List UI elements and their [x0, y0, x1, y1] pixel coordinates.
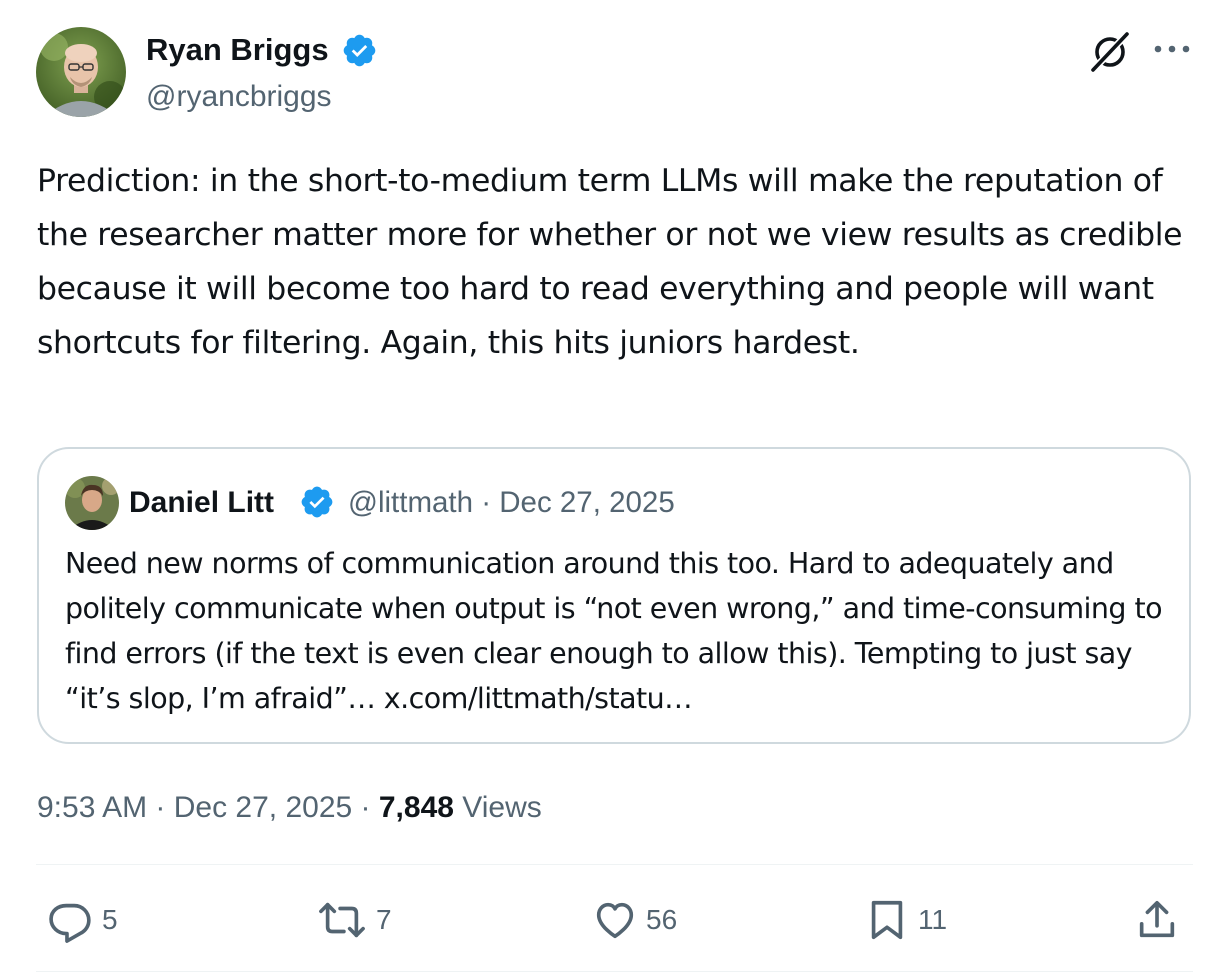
- verified-badge-icon[interactable]: [341, 32, 378, 69]
- share-button[interactable]: [1134, 896, 1180, 944]
- repost-count: 7: [376, 904, 392, 935]
- author-handle[interactable]: @ryancbriggs: [146, 77, 332, 117]
- tweet-meta: 9:53 AM · Dec 27, 2025 · 7,848 Views: [37, 788, 542, 828]
- bookmark-button[interactable]: 11: [864, 896, 947, 944]
- views-count: 7,848: [378, 791, 454, 824]
- reply-button[interactable]: 5: [48, 896, 118, 944]
- like-icon: [596, 902, 634, 939]
- bookmark-count: 11: [918, 904, 948, 935]
- author-avatar[interactable]: [36, 27, 126, 117]
- author-display-name[interactable]: Ryan Briggs: [146, 30, 329, 70]
- reply-icon: [49, 903, 91, 943]
- repost-icon: [319, 902, 365, 938]
- quote-verified-badge-icon[interactable]: [299, 484, 335, 520]
- views-label: Views: [453, 791, 542, 824]
- quote-text: Need new norms of communication around t…: [65, 547, 1163, 715]
- share-icon: [1139, 900, 1175, 938]
- tweet: Ryan Briggs @ryancbriggs Prediction: in …: [0, 0, 1229, 974]
- quote-author-display-name[interactable]: Daniel Litt: [129, 484, 274, 522]
- grok-icon[interactable]: [1088, 30, 1132, 74]
- tweet-text: Prediction: in the short-to-medium term …: [37, 163, 1183, 361]
- repost-button[interactable]: 7: [316, 896, 392, 944]
- divider: [36, 864, 1193, 865]
- quote-author-avatar[interactable]: [65, 476, 119, 530]
- like-button[interactable]: 56: [592, 896, 677, 944]
- bookmark-icon: [871, 900, 903, 940]
- more-icon[interactable]: [1150, 34, 1194, 64]
- tweet-timestamp[interactable]: 9:53 AM · Dec 27, 2025 ·: [37, 791, 379, 824]
- quote-handle-and-date[interactable]: @littmath · Dec 27, 2025: [348, 484, 675, 522]
- like-count: 56: [646, 904, 678, 935]
- reply-count: 5: [102, 904, 118, 935]
- divider-bottom: [36, 971, 1193, 972]
